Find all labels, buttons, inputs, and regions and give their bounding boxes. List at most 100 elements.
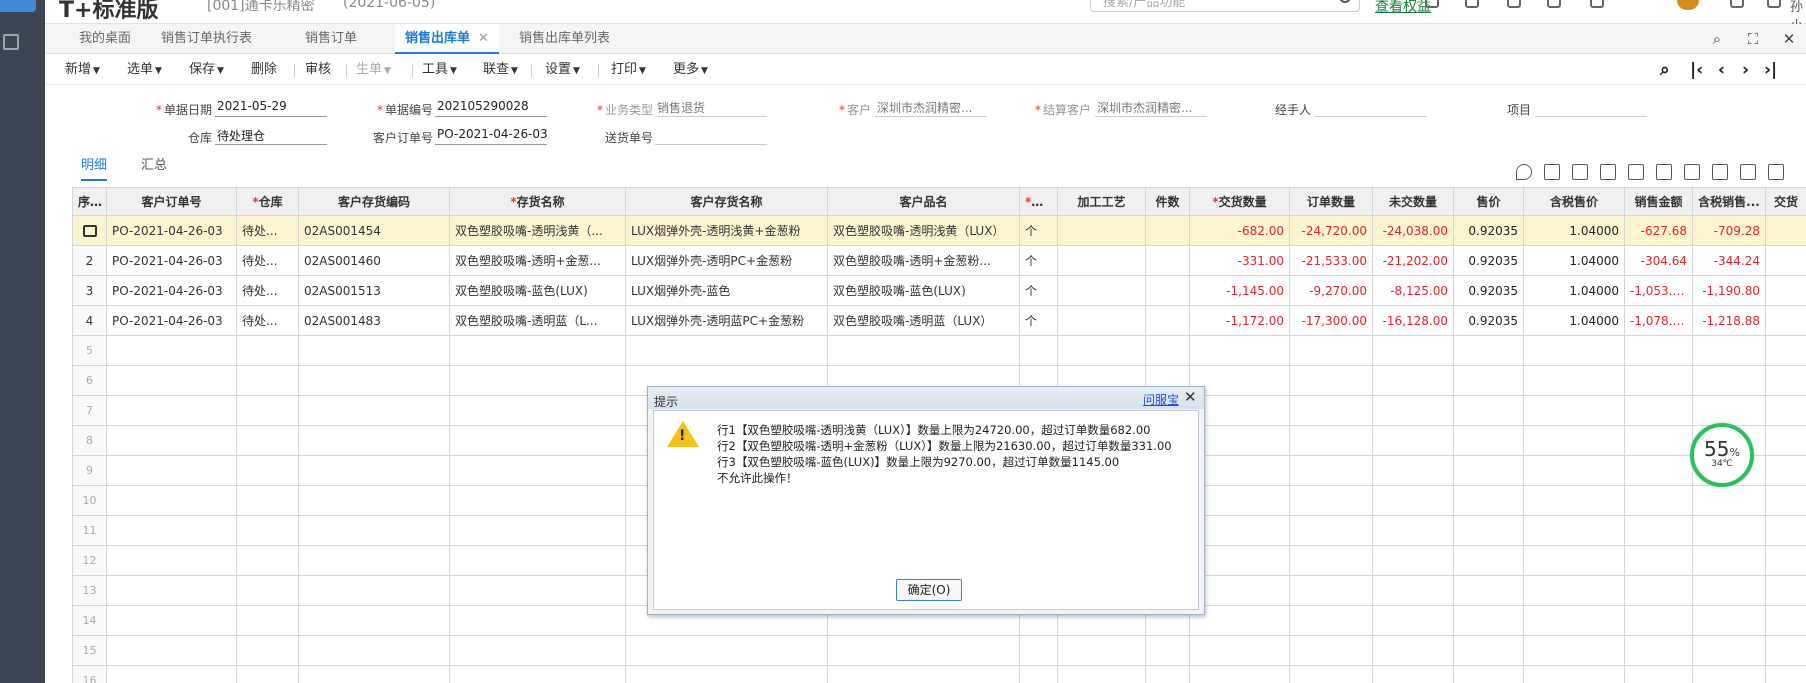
empty-cell[interactable] — [1453, 365, 1524, 396]
dialog-close-icon[interactable]: ✕ — [1184, 388, 1197, 406]
cell-tax-amount[interactable]: -1,218.88 — [1692, 305, 1766, 336]
cell-amount[interactable]: -627.68 — [1624, 215, 1693, 246]
empty-cell[interactable] — [106, 425, 237, 456]
print-button[interactable]: 打印 ▼ — [611, 55, 646, 85]
column-header[interactable]: 序号 — [72, 187, 107, 216]
empty-cell[interactable] — [1289, 335, 1373, 366]
user-icon[interactable] — [1767, 0, 1781, 8]
cell-order-qty[interactable]: -17,300.00 — [1289, 305, 1373, 336]
empty-cell[interactable] — [1765, 665, 1806, 683]
table-row[interactable]: 16 — [72, 665, 1806, 683]
row-index[interactable]: 13 — [72, 575, 107, 606]
column-header[interactable]: 售价 — [1453, 187, 1524, 216]
empty-cell[interactable] — [1692, 365, 1766, 396]
empty-cell[interactable] — [236, 455, 299, 486]
edit-icon[interactable] — [1656, 164, 1672, 180]
empty-cell[interactable] — [449, 395, 626, 426]
empty-cell[interactable] — [1372, 395, 1454, 426]
settle-customer-field[interactable]: 深圳市杰润精密... — [1095, 99, 1207, 117]
cell-order[interactable]: PO-2021-04-26-03 — [106, 275, 237, 306]
cell-tax-price[interactable]: 1.04000 — [1523, 245, 1625, 276]
row-index[interactable]: 7 — [72, 395, 107, 426]
row-index[interactable]: 5 — [72, 335, 107, 366]
empty-cell[interactable] — [1289, 665, 1373, 683]
empty-cell[interactable] — [1189, 635, 1290, 666]
cell-unit[interactable]: 个 — [1019, 275, 1058, 306]
empty-cell[interactable] — [1523, 575, 1625, 606]
empty-cell[interactable] — [1145, 635, 1190, 666]
empty-cell[interactable] — [1692, 605, 1766, 636]
row-index[interactable]: 15 — [72, 635, 107, 666]
empty-cell[interactable] — [1624, 335, 1693, 366]
cell-wh[interactable]: 待处... — [236, 215, 299, 246]
cell-price[interactable]: 0.92035 — [1453, 215, 1524, 246]
fullscreen-icon[interactable]: ⛶ — [1745, 31, 1761, 47]
empty-cell[interactable] — [1765, 365, 1806, 396]
empty-cell[interactable] — [449, 515, 626, 546]
empty-cell[interactable] — [298, 395, 450, 426]
cell-deliver-qty[interactable]: -331.00 — [1189, 245, 1290, 276]
cell-code[interactable]: 02AS001483 — [298, 305, 450, 336]
generate-button[interactable]: 生单 ▼ — [356, 55, 391, 85]
empty-cell[interactable] — [1372, 455, 1454, 486]
table-row[interactable]: 15 — [72, 635, 1806, 666]
delete-button[interactable]: 删除 — [251, 55, 277, 85]
empty-cell[interactable] — [1624, 485, 1693, 516]
empty-cell[interactable] — [1523, 455, 1625, 486]
empty-cell[interactable] — [1057, 335, 1146, 366]
empty-cell[interactable] — [625, 635, 828, 666]
linked-query-button[interactable]: 联查 ▼ — [483, 55, 518, 85]
column-header[interactable]: 客户存货编码 — [298, 187, 450, 216]
cell-price[interactable]: 0.92035 — [1453, 305, 1524, 336]
doc-no-field[interactable]: 202105290028 — [435, 99, 547, 117]
empty-cell[interactable] — [1765, 605, 1806, 636]
column-header[interactable]: 客户存货名称 — [625, 187, 828, 216]
empty-cell[interactable] — [298, 335, 450, 366]
row-index[interactable]: 4 — [72, 305, 107, 336]
empty-cell[interactable] — [106, 395, 237, 426]
empty-cell[interactable] — [1019, 335, 1058, 366]
empty-cell[interactable] — [1372, 665, 1454, 683]
cell-order[interactable]: PO-2021-04-26-03 — [106, 245, 237, 276]
empty-cell[interactable] — [236, 395, 299, 426]
empty-cell[interactable] — [298, 545, 450, 576]
help-service-link[interactable]: 问服宝 — [1143, 391, 1179, 408]
cell-name[interactable]: 双色塑胶吸嘴-蓝色(LUX) — [449, 275, 626, 306]
empty-cell[interactable] — [1372, 365, 1454, 396]
empty-cell[interactable] — [1523, 395, 1625, 426]
empty-cell[interactable] — [1057, 635, 1146, 666]
cell-wh[interactable]: 待处... — [236, 245, 299, 276]
cell-order[interactable]: PO-2021-04-26-03 — [106, 305, 237, 336]
cell-tax-amount[interactable]: -709.28 — [1692, 215, 1766, 246]
notification-bell-icon[interactable] — [1547, 0, 1561, 8]
cell-order-qty[interactable]: -21,533.00 — [1289, 245, 1373, 276]
close-tab-icon[interactable]: ✕ — [478, 31, 489, 46]
cell-delivery[interactable] — [1765, 275, 1806, 306]
cell-order-qty[interactable]: -24,720.00 — [1289, 215, 1373, 246]
cell-deliver-qty[interactable]: -1,145.00 — [1189, 275, 1290, 306]
empty-cell[interactable] — [1523, 605, 1625, 636]
cell-tax-amount[interactable]: -1,190.80 — [1692, 275, 1766, 306]
empty-cell[interactable] — [1453, 545, 1524, 576]
doc-date-field[interactable]: 2021-05-29 — [215, 99, 327, 117]
row-edit-icon[interactable] — [82, 225, 97, 237]
empty-cell[interactable] — [1019, 635, 1058, 666]
dialog-titlebar[interactable]: 提示 问服宝 ✕ — [648, 387, 1204, 409]
cell-code[interactable]: 02AS001460 — [298, 245, 450, 276]
empty-cell[interactable] — [625, 335, 828, 366]
empty-cell[interactable] — [1624, 365, 1693, 396]
row-index[interactable]: 3 — [72, 275, 107, 306]
empty-cell[interactable] — [1624, 545, 1693, 576]
next-record-icon[interactable]: › — [1742, 60, 1749, 80]
warehouse-field[interactable]: 待处理仓 — [215, 127, 327, 145]
cell-order[interactable]: PO-2021-04-26-03 — [106, 215, 237, 246]
phone-icon[interactable] — [1590, 0, 1604, 8]
empty-cell[interactable] — [1453, 575, 1524, 606]
empty-cell[interactable] — [106, 455, 237, 486]
column-header[interactable]: 加工工艺 — [1057, 187, 1146, 216]
search-icon[interactable] — [1339, 0, 1351, 3]
cell-name[interactable]: 双色塑胶吸嘴-透明+金葱... — [449, 245, 626, 276]
empty-cell[interactable] — [236, 335, 299, 366]
empty-cell[interactable] — [298, 425, 450, 456]
last-record-icon[interactable]: ›| — [1764, 60, 1777, 80]
